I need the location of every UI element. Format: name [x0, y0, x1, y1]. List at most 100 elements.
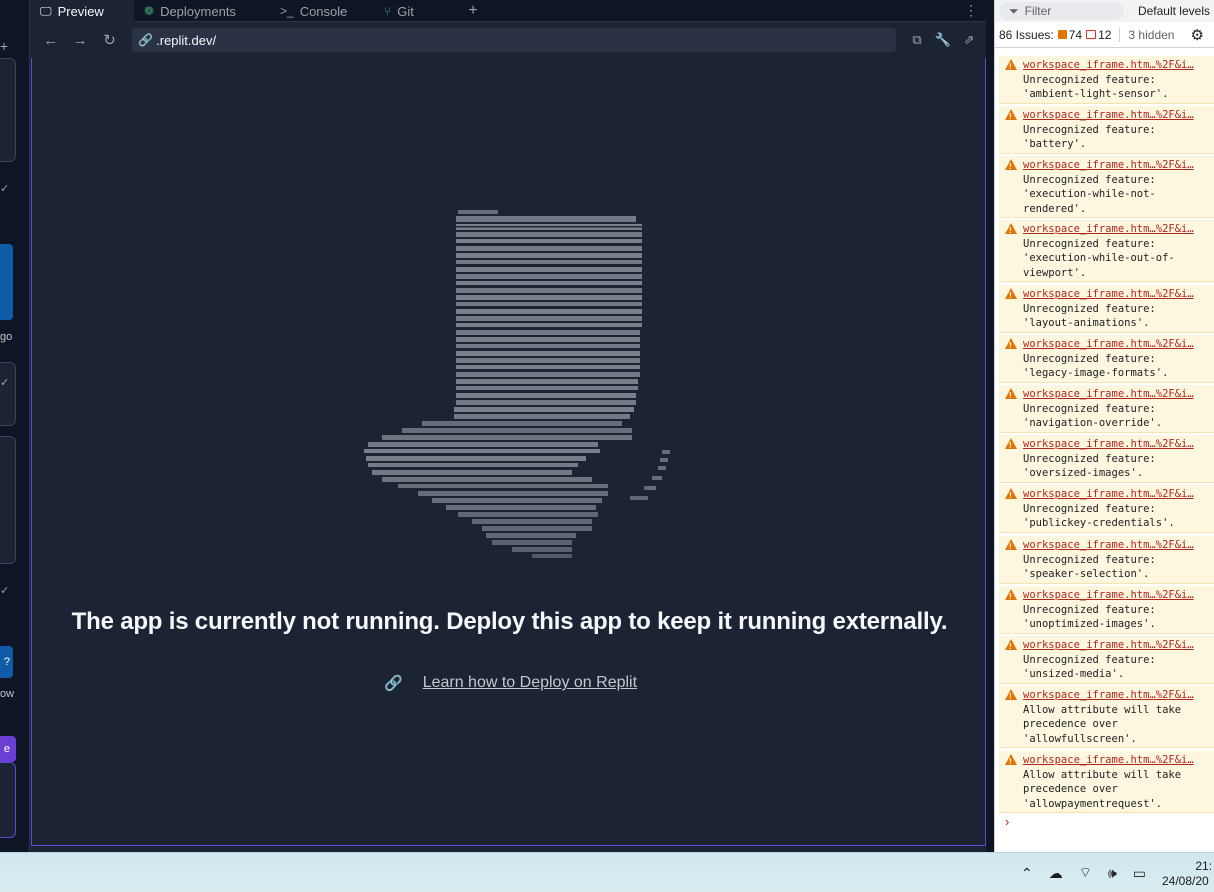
clock-time: 21: [1195, 859, 1212, 873]
sidebar-label: ow [0, 688, 15, 700]
cloud-icon[interactable]: ☁ [1049, 865, 1063, 882]
check-icon: ✓ [0, 585, 10, 597]
reload-icon[interactable]: ↻ [97, 27, 122, 53]
devtools-wrench-icon[interactable]: 🔧 [934, 31, 952, 49]
issue-source-link[interactable]: workspace_iframe.htm…%2F&i… [1023, 487, 1214, 502]
issue-row[interactable]: workspace_iframe.htm…%2F&i…Unrecognized … [999, 285, 1214, 333]
back-icon[interactable]: ← [38, 27, 63, 53]
hidden-count[interactable]: 3 hidden [1128, 28, 1174, 42]
url-text: .replit.dev/ [156, 32, 217, 48]
issue-row[interactable]: workspace_iframe.htm…%2F&i…Unrecognized … [999, 220, 1214, 282]
issue-source-link[interactable]: workspace_iframe.htm…%2F&i… [1023, 158, 1214, 173]
sidebar-purple-button[interactable]: e [0, 736, 16, 762]
filter-input[interactable]: ⏷ Filter [999, 2, 1124, 20]
link-icon: 🔗 [138, 33, 154, 47]
left-sidebar-strip: + ✓ go ✓ ✓ ? ow e [0, 0, 30, 852]
open-new-window-icon[interactable]: ⇗ [960, 31, 978, 49]
clock-date: 24/08/20 [1162, 874, 1209, 888]
gear-icon[interactable]: ⚙ [1191, 26, 1204, 44]
issues-summary: 86 Issues: 74 12 3 hidden ⚙ [995, 22, 1214, 48]
issue-row[interactable]: workspace_iframe.htm…%2F&i…Unrecognized … [999, 435, 1214, 483]
battery-icon[interactable]: ▭ [1133, 865, 1146, 882]
clock[interactable]: 21: 24/08/20 [1162, 859, 1214, 889]
tab-git[interactable]: ⑂ Git [374, 0, 458, 22]
devices-icon[interactable]: ⧉ [908, 31, 926, 49]
issue-row[interactable]: workspace_iframe.htm…%2F&i…Allow attribu… [999, 686, 1214, 748]
url-field[interactable]: 🔗 .replit.dev/ [132, 28, 896, 52]
warning-icon [1005, 288, 1017, 304]
git-icon: ⑂ [384, 4, 392, 18]
issue-source-link[interactable]: workspace_iframe.htm…%2F&i… [1023, 287, 1214, 302]
issue-source-link[interactable]: workspace_iframe.htm…%2F&i… [1023, 58, 1214, 73]
issue-source-link[interactable]: workspace_iframe.htm…%2F&i… [1023, 437, 1214, 452]
workspace-tabbar: 🖵 Preview ❁ Deployments >_ Console ⑂ Git… [30, 0, 986, 22]
devtools-toolbar: ⏷ Filter Default levels [995, 0, 1214, 22]
wifi-icon[interactable]: ⌔ [1079, 864, 1092, 882]
issue-source-link[interactable]: workspace_iframe.htm…%2F&i… [1023, 588, 1214, 603]
tab-deployments[interactable]: ❁ Deployments [134, 0, 270, 22]
deployments-icon: ❁ [144, 4, 155, 18]
warning-icon [1005, 109, 1017, 125]
warning-icon [1005, 754, 1017, 770]
tab-label: Git [397, 3, 414, 19]
issue-source-link[interactable]: workspace_iframe.htm…%2F&i… [1023, 387, 1214, 402]
log-levels-dropdown[interactable]: Default levels [1138, 4, 1210, 18]
panel-divider[interactable] [986, 0, 994, 852]
issue-source-link[interactable]: workspace_iframe.htm…%2F&i… [1023, 638, 1214, 653]
check-icon: ✓ [0, 377, 10, 389]
issue-message: Unrecognized feature: 'oversized-images'… [1023, 452, 1156, 480]
issue-row[interactable]: workspace_iframe.htm…%2F&i…Unrecognized … [999, 156, 1214, 218]
issue-row[interactable]: workspace_iframe.htm…%2F&i…Unrecognized … [999, 536, 1214, 584]
issue-source-link[interactable]: workspace_iframe.htm…%2F&i… [1023, 222, 1214, 237]
issue-row[interactable]: workspace_iframe.htm…%2F&i…Unrecognized … [999, 106, 1214, 154]
warning-badge[interactable]: 74 [1057, 28, 1082, 42]
sidebar-blue-card[interactable] [0, 244, 13, 320]
issue-message: Unrecognized feature: 'execution-while-n… [1023, 173, 1156, 215]
chevron-up-icon[interactable]: ⌃ [1021, 865, 1033, 882]
issue-row[interactable]: workspace_iframe.htm…%2F&i…Unrecognized … [999, 56, 1214, 104]
tab-label: Preview [57, 3, 104, 19]
issue-row[interactable]: workspace_iframe.htm…%2F&i…Unrecognized … [999, 485, 1214, 533]
preview-address-bar: ← → ↻ 🔗 .replit.dev/ ⧉ 🔧 ⇗ [30, 22, 986, 58]
issue-source-link[interactable]: workspace_iframe.htm…%2F&i… [1023, 108, 1214, 123]
issue-row[interactable]: workspace_iframe.htm…%2F&i…Unrecognized … [999, 586, 1214, 634]
issue-source-link[interactable]: workspace_iframe.htm…%2F&i… [1023, 538, 1214, 553]
warning-icon [1057, 30, 1067, 39]
issue-source-link[interactable]: workspace_iframe.htm…%2F&i… [1023, 753, 1214, 768]
terminal-icon: >_ [280, 4, 294, 18]
more-options-icon[interactable]: ⋮ [956, 0, 986, 21]
divider [1119, 27, 1121, 42]
tab-console[interactable]: >_ Console [270, 0, 374, 22]
forward-icon[interactable]: → [67, 27, 92, 53]
issue-row[interactable]: workspace_iframe.htm…%2F&i…Unrecognized … [999, 385, 1214, 433]
sidebar-purple-label: e [3, 743, 10, 755]
issue-row[interactable]: workspace_iframe.htm…%2F&i…Unrecognized … [999, 335, 1214, 383]
monitor-icon: 🖵 [40, 3, 52, 18]
issue-message: Unrecognized feature: 'ambient-light-sen… [1023, 73, 1169, 101]
learn-deploy-link[interactable]: Learn how to Deploy on Replit [423, 674, 637, 692]
devtools-issues-panel: ⏷ Filter Default levels 86 Issues: 74 12… [994, 0, 1214, 852]
add-icon[interactable]: + [0, 38, 8, 54]
info-badge[interactable]: 12 [1086, 28, 1111, 42]
sidebar-card[interactable] [0, 436, 16, 564]
sidebar-card[interactable] [0, 58, 16, 162]
issue-row[interactable]: workspace_iframe.htm…%2F&i…Unrecognized … [999, 636, 1214, 684]
ascii-art-illustration [362, 210, 670, 558]
console-prompt[interactable]: › [1005, 814, 1009, 829]
tab-preview[interactable]: 🖵 Preview [30, 0, 134, 22]
issue-message: Allow attribute will take precedence ove… [1023, 768, 1182, 810]
issue-source-link[interactable]: workspace_iframe.htm…%2F&i… [1023, 337, 1214, 352]
issue-message: Unrecognized feature: 'publickey-credent… [1023, 502, 1175, 530]
sidebar-card[interactable] [0, 362, 16, 426]
issue-row[interactable]: workspace_iframe.htm…%2F&i…Allow attribu… [999, 751, 1214, 813]
issue-message: Unrecognized feature: 'execution-while-o… [1023, 237, 1175, 279]
sidebar-card[interactable] [0, 762, 16, 838]
help-button[interactable]: ? [0, 646, 13, 678]
issue-source-link[interactable]: workspace_iframe.htm…%2F&i… [1023, 688, 1214, 703]
volume-icon[interactable]: 🕪 [1108, 865, 1117, 882]
app-not-running-message: The app is currently not running. Deploy… [71, 608, 948, 635]
filter-placeholder: Filter [1024, 4, 1052, 18]
add-tab-button[interactable]: + [458, 0, 488, 21]
issue-message: Unrecognized feature: 'speaker-selection… [1023, 553, 1156, 581]
warning-icon [1005, 338, 1017, 354]
